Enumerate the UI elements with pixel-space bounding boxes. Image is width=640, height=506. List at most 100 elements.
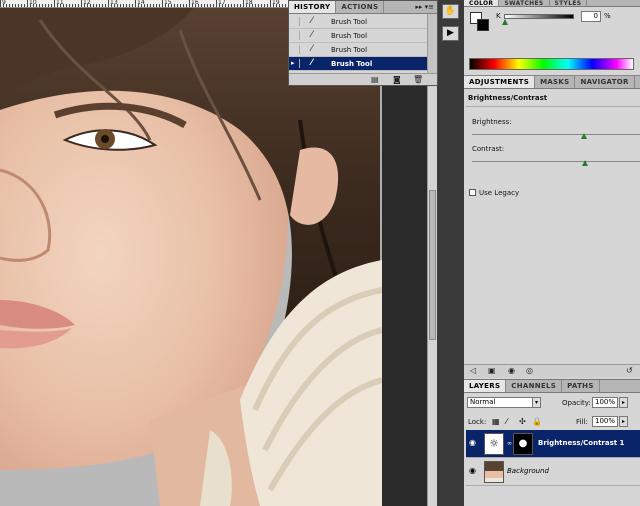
ruler-tick [129, 4, 130, 7]
ruler-tick [51, 4, 52, 7]
ruler-tick [99, 4, 100, 7]
contrast-slider-track[interactable] [472, 161, 640, 162]
brightness-slider-track[interactable] [472, 134, 640, 135]
eye-preview-icon[interactable]: ◎ [526, 366, 533, 375]
ruler-tick [12, 4, 13, 7]
eye-icon[interactable]: ◉ [469, 466, 476, 475]
ruler-tick [72, 4, 73, 7]
ruler-tick [27, 0, 28, 7]
ruler-tick [54, 0, 55, 7]
color-spectrum-bar[interactable] [469, 58, 634, 70]
ruler-tick [24, 4, 25, 7]
adjustments-footer: ◁ ▣ ◉ ◎ ↺ [464, 364, 640, 378]
ruler-tick [66, 4, 67, 7]
tab-color[interactable]: COLOR [464, 0, 500, 7]
ruler-tick [123, 4, 124, 7]
tab-layers[interactable]: LAYERS [464, 380, 507, 392]
ruler-tick [186, 4, 187, 7]
lock-all-icon[interactable]: 🔒 [532, 417, 542, 426]
clip-layer-icon[interactable]: ▣ [488, 366, 496, 375]
ruler-tick [264, 4, 265, 7]
tab-swatches[interactable]: SWATCHES [499, 0, 550, 7]
ruler-tick [0, 0, 1, 7]
chevron-down-icon[interactable]: ▾ [532, 397, 541, 408]
ruler-tick [42, 4, 43, 7]
reset-icon[interactable]: ↺ [626, 366, 633, 375]
lock-position-icon[interactable]: ✣ [519, 417, 526, 426]
ruler-tick [93, 4, 94, 7]
tab-history[interactable]: HISTORY [289, 1, 337, 13]
tab-actions[interactable]: ACTIONS [336, 1, 385, 13]
tab-channels[interactable]: CHANNELS [506, 380, 563, 392]
hand-tool-icon[interactable]: ✋ [442, 4, 459, 19]
tab-styles[interactable]: STYLES [550, 0, 588, 7]
history-scrollbar[interactable] [427, 14, 437, 74]
ruler-tick [174, 4, 175, 7]
adjustment-layer-thumbnail: ☼ [484, 433, 504, 455]
history-item-selected[interactable]: ▸ ⁄ Brush Tool [289, 57, 428, 71]
ruler-tick [189, 0, 190, 7]
ruler-tick [102, 4, 103, 7]
layer-row-background[interactable]: ◉ Background [466, 458, 640, 486]
new-document-icon[interactable]: ▤ [371, 75, 379, 84]
ruler-tick [240, 4, 241, 7]
tab-navigator[interactable]: NAVIGATOR [575, 76, 635, 88]
layer-name: Brightness/Contrast 1 [538, 439, 625, 447]
ruler-number: 11 [56, 0, 64, 6]
k-slider-track[interactable] [504, 14, 574, 19]
brush-icon: ⁄ [311, 58, 313, 68]
lock-transparent-icon[interactable]: ▦ [492, 417, 500, 426]
ruler-tick [78, 4, 79, 7]
k-value-field[interactable]: 0 [581, 11, 601, 22]
ruler-tick [258, 4, 259, 7]
trash-icon[interactable]: 🗑 [413, 75, 423, 84]
ruler-tick [39, 4, 40, 7]
history-panel: HISTORY ACTIONS ▸▸ ▾≡ ⁄ Brush Tool ⁄ Bru… [288, 0, 438, 86]
visibility-icon[interactable]: ◉ [508, 366, 515, 375]
opacity-field[interactable]: 100% [592, 397, 618, 408]
history-item[interactable]: ⁄ Brush Tool [289, 29, 428, 43]
history-item-label: Brush Tool [331, 60, 373, 68]
tab-masks[interactable]: MASKS [535, 76, 576, 88]
eye-icon[interactable]: ◉ [469, 438, 476, 447]
fill-field[interactable]: 100% [592, 416, 618, 427]
ruler-tick [81, 0, 82, 7]
ruler-tick [9, 4, 10, 7]
ruler-number: 18 [245, 0, 253, 6]
history-item[interactable]: ⁄ Brush Tool [289, 15, 428, 29]
brightness-slider-knob[interactable] [581, 133, 587, 139]
ruler-tick [147, 4, 148, 7]
k-channel-label: K [496, 12, 501, 20]
back-arrow-icon[interactable]: ◁ [470, 366, 476, 375]
brush-icon: ⁄ [311, 16, 313, 26]
ruler-tick [270, 0, 271, 7]
history-source-box [291, 45, 300, 54]
panel-menu-icon[interactable]: ▸▸ ▾≡ [412, 1, 437, 13]
ruler-tick [132, 4, 133, 7]
background-color-swatch[interactable] [477, 19, 489, 31]
ruler-tick [18, 4, 19, 7]
tab-paths[interactable]: PATHS [562, 380, 600, 392]
ruler-tick [201, 4, 202, 7]
fill-arrow-icon[interactable]: ▸ [619, 416, 628, 427]
tab-adjustments[interactable]: ADJUSTMENTS [464, 76, 536, 88]
contrast-slider-knob[interactable] [582, 160, 588, 166]
k-slider-knob[interactable] [502, 19, 508, 25]
layer-name: Background [507, 467, 549, 475]
ruler-tick [105, 4, 106, 7]
ruler-tick [231, 4, 232, 7]
blend-mode-select[interactable]: Normal [467, 397, 541, 408]
layer-row-adjustment[interactable]: ◉ ☼ ∞ ● Brightness/Contrast 1 [466, 430, 640, 458]
lock-image-icon[interactable]: ⁄ [506, 417, 507, 426]
use-legacy-checkbox[interactable] [469, 189, 476, 196]
history-item[interactable]: ⁄ Brush Tool [289, 43, 428, 57]
opacity-arrow-icon[interactable]: ▸ [619, 397, 628, 408]
snapshot-icon[interactable]: ◙ [393, 75, 401, 84]
ruler-tick [6, 4, 7, 7]
layer-mask-thumbnail[interactable]: ● [513, 433, 533, 455]
play-icon[interactable]: ▶ [442, 26, 459, 41]
ruler-tick [207, 4, 208, 7]
ruler-tick [204, 4, 205, 7]
adjustment-title: Brightness/Contrast [468, 94, 548, 102]
scrollbar-thumb[interactable] [429, 190, 436, 340]
